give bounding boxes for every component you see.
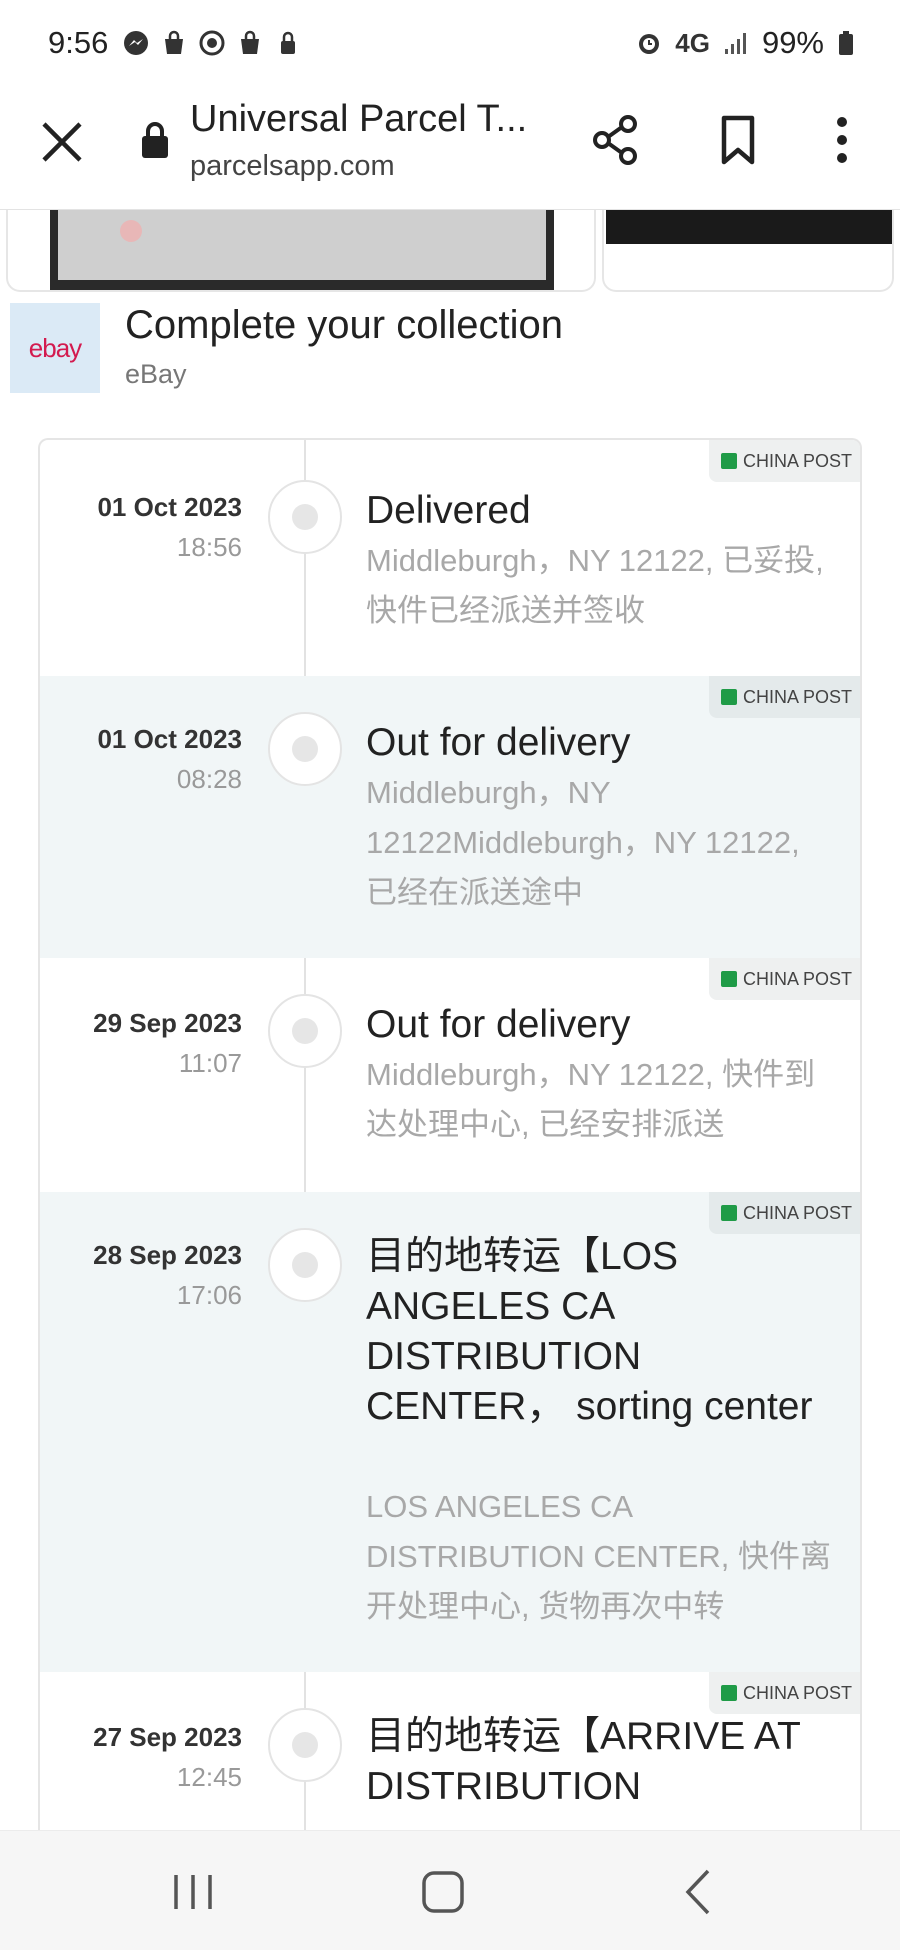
status-bar: 9:56 4G 99% [0, 0, 900, 86]
recent-apps-icon[interactable] [168, 1871, 218, 1913]
tracking-event: CHINA POST 27 Sep 2023 12:45 目的地转运【ARRIV… [40, 1672, 860, 1838]
lock-icon[interactable] [138, 120, 172, 160]
event-date: 28 Sep 2023 [93, 1240, 242, 1270]
event-date: 29 Sep 2023 [93, 1008, 242, 1038]
event-title: 目的地转运【LOS ANGELES CA DISTRIBUTION CENTER… [366, 1235, 813, 1428]
carrier-name: CHINA POST [742, 450, 852, 471]
event-date: 01 Oct 2023 [97, 492, 242, 522]
china-post-icon [720, 689, 737, 705]
timeline-dot [268, 480, 342, 554]
share-icon[interactable] [588, 112, 644, 168]
ad-banner[interactable]: ebay Complete your collection eBay [10, 303, 890, 395]
browser-toolbar: Universal Parcel T... parcelsapp.com [0, 86, 900, 210]
china-post-icon [720, 971, 737, 987]
timeline-dot [268, 994, 342, 1068]
network-4g-icon: 4G [675, 27, 710, 58]
battery-icon [839, 31, 853, 55]
back-icon[interactable] [680, 1867, 716, 1917]
china-post-icon [720, 1685, 737, 1701]
ad-subtitle: eBay [125, 359, 187, 389]
carrier-badge: CHINA POST [708, 958, 860, 1000]
china-post-icon [720, 453, 737, 469]
event-time: 12:45 [176, 1762, 242, 1792]
messenger-icon [124, 31, 149, 55]
event-title: Out for delivery [366, 1003, 631, 1046]
shopping-bag-icon [165, 30, 184, 54]
bookmark-icon[interactable] [710, 112, 766, 168]
signal-icon [724, 33, 746, 54]
carrier-badge: CHINA POST [708, 1192, 860, 1234]
event-time: 11:07 [178, 1048, 242, 1078]
page-title[interactable]: Universal Parcel T... [190, 98, 527, 141]
more-options-icon[interactable] [822, 112, 862, 168]
event-description: LOS ANGELES CA DISTRIBUTION CENTER, 快件离开… [366, 1489, 832, 1624]
china-post-icon [720, 1205, 737, 1221]
status-notification-icons [122, 29, 302, 57]
timeline-dot [268, 712, 342, 786]
event-description: Middleburgh，NY 12122, 快件到达处理中心, 已经安排派送 [366, 1057, 816, 1142]
ad-title[interactable]: Complete your collection [125, 303, 563, 348]
event-date: 27 Sep 2023 [93, 1722, 242, 1752]
event-title: 目的地转运【ARRIVE AT DISTRIBUTION [366, 1715, 801, 1808]
product-image-card[interactable] [602, 210, 894, 292]
carrier-name: CHINA POST [742, 686, 852, 707]
tracking-event: CHINA POST 01 Oct 2023 18:56 Delivered M… [40, 440, 860, 676]
tracking-event: CHINA POST 01 Oct 2023 08:28 Out for del… [40, 676, 860, 958]
sync-icon [199, 30, 225, 56]
status-time: 9:56 [48, 25, 109, 60]
carrier-name: CHINA POST [742, 1202, 852, 1223]
event-time: 18:56 [176, 532, 242, 562]
product-photo [606, 210, 892, 244]
timeline-dot [268, 1708, 342, 1782]
lock-icon [281, 31, 296, 54]
page-url[interactable]: parcelsapp.com [190, 150, 395, 183]
event-title: Out for delivery [366, 721, 631, 764]
carrier-name: CHINA POST [742, 1682, 852, 1703]
event-description: Middleburgh，NY 12122Middleburgh，NY 12122… [366, 775, 800, 910]
timeline-dot [268, 1228, 342, 1302]
shopping-bag-icon [241, 30, 260, 54]
ebay-logo: ebay [10, 303, 100, 393]
carrier-name: CHINA POST [742, 968, 852, 989]
event-time: 17:06 [176, 1280, 242, 1310]
event-description: Middleburgh，NY 12122, 已妥投, 快件已经派送并签收 [366, 543, 824, 628]
event-date: 01 Oct 2023 [97, 724, 242, 754]
tracking-event: CHINA POST 28 Sep 2023 17:06 目的地转运【LOS A… [40, 1192, 860, 1672]
alarm-icon [639, 34, 660, 54]
event-title: Delivered [366, 489, 531, 532]
carrier-badge: CHINA POST [708, 440, 860, 482]
tracking-event: CHINA POST 29 Sep 2023 11:07 Out for del… [40, 958, 860, 1192]
status-system-icons: 4G 99% [635, 25, 856, 61]
product-image-card[interactable] [6, 210, 596, 292]
battery-percent: 99% [761, 25, 824, 60]
carrier-badge: CHINA POST [708, 676, 860, 718]
system-nav-bar [0, 1830, 900, 1950]
close-icon[interactable] [36, 116, 88, 168]
tracking-timeline: CHINA POST 01 Oct 2023 18:56 Delivered M… [38, 438, 862, 1838]
carrier-badge: CHINA POST [708, 1672, 860, 1714]
product-photo [50, 210, 554, 290]
home-icon[interactable] [420, 1869, 466, 1915]
event-time: 08:28 [176, 764, 242, 794]
